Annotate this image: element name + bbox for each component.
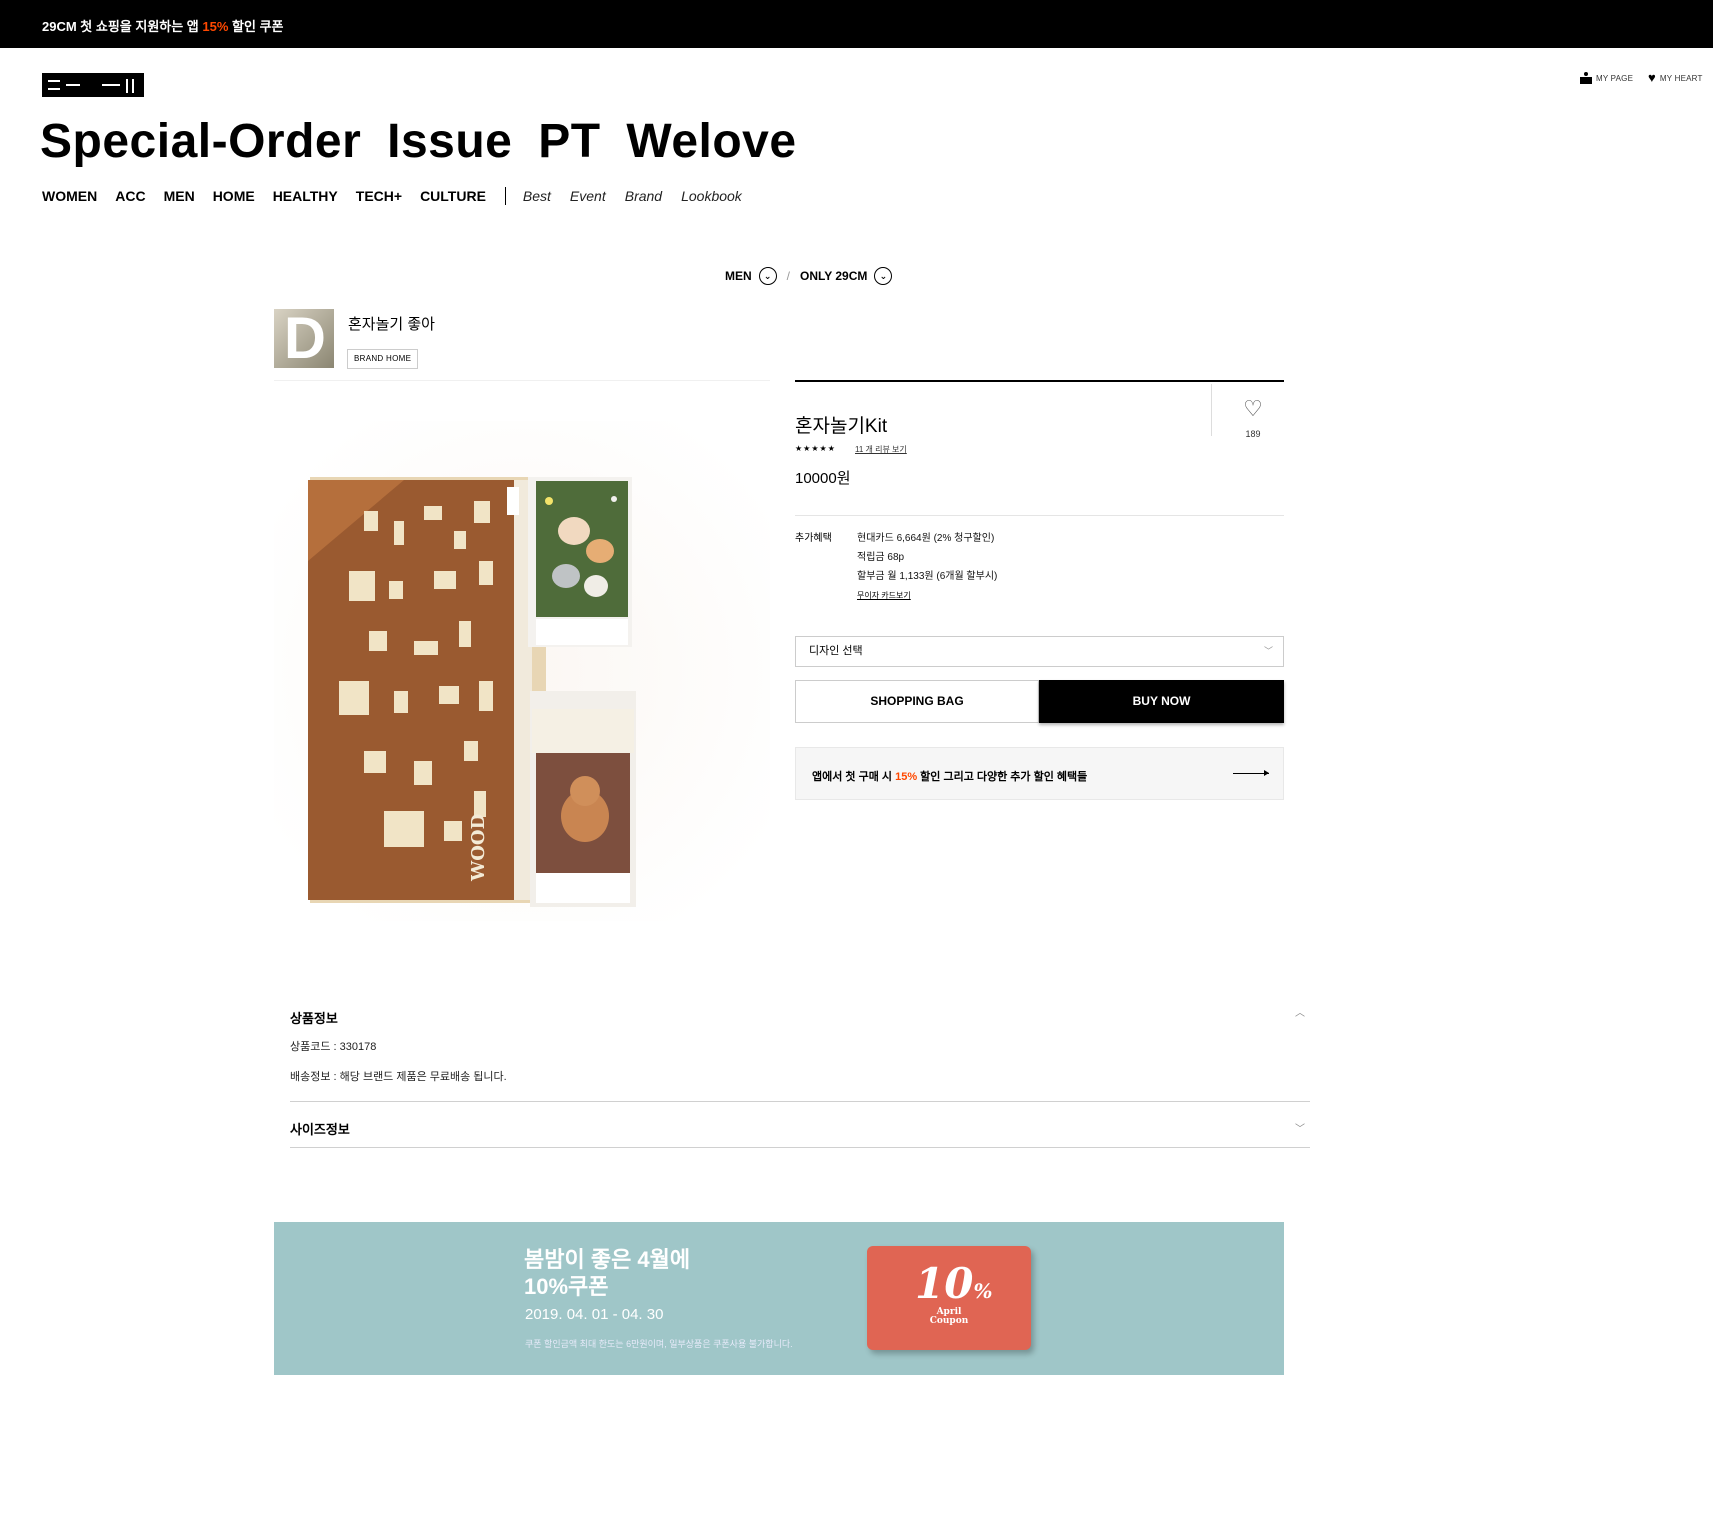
design-select-value: 디자인 선택 bbox=[809, 645, 863, 657]
coupon-card-number: 10 bbox=[915, 1259, 974, 1308]
product-info-accordion-title[interactable]: 상품정보 bbox=[290, 1008, 338, 1027]
hero-title[interactable]: Special-Order Issue PT Welove bbox=[40, 114, 797, 169]
product-name: 혼자놀기Kit bbox=[795, 416, 888, 437]
promo-text-prefix: 29CM 첫 쇼핑을 지원하는 앱 bbox=[42, 19, 203, 34]
benefit-list: 현대카드 6,664원 (2% 청구할인) 적립금 68p 할부금 월 1,13… bbox=[857, 529, 997, 586]
nav-divider bbox=[504, 187, 506, 205]
product-photo-illustration: WOOD bbox=[274, 421, 770, 921]
heart-outline-icon: ♡ bbox=[1243, 396, 1263, 421]
breadcrumb-category[interactable]: MEN bbox=[725, 269, 752, 283]
benefit-installment: 할부금 월 1,133원 (6개월 할부시) bbox=[857, 571, 998, 582]
box-side-text: WOOD bbox=[468, 814, 489, 882]
nav-men[interactable]: MEN bbox=[164, 188, 195, 204]
coupon-card-caption-line2: Coupon bbox=[929, 1316, 969, 1326]
accordion-divider bbox=[290, 1101, 1310, 1102]
benefit-points: 적립금 68p bbox=[857, 552, 905, 563]
product-image: WOOD bbox=[274, 380, 770, 935]
app-discount-banner[interactable]: 앱에서 첫 구매 시 15% 할인 그리고 다양한 추가 할인 혜택들 bbox=[795, 747, 1284, 800]
nav-event[interactable]: Event bbox=[570, 188, 606, 204]
chevron-down-icon[interactable]: ﹀ bbox=[1295, 1120, 1305, 1135]
nav-brand[interactable]: Brand bbox=[625, 188, 662, 204]
nav-tech[interactable]: TECH+ bbox=[356, 188, 402, 204]
breadcrumb: MEN ⌄ / ONLY 29CM ⌄ bbox=[725, 267, 893, 285]
brand-logo-thumbnail[interactable]: D bbox=[274, 309, 334, 368]
nav-best[interactable]: Best bbox=[523, 188, 551, 204]
nav-women[interactable]: WOMEN bbox=[42, 188, 97, 204]
nav-culture[interactable]: CULTURE bbox=[420, 188, 486, 204]
chevron-down-icon[interactable]: ⌄ bbox=[874, 267, 893, 285]
benefit-card-discount: 현대카드 6,664원 (2% 청구할인) bbox=[857, 533, 995, 544]
coupon-headline: 봄밤이 좋은 4월에 10%쿠폰 bbox=[524, 1246, 690, 1300]
coupon-date-range: 2019. 04. 01 - 04. 30 bbox=[525, 1306, 664, 1323]
product-code: 상품코드 : 330178 bbox=[290, 1041, 377, 1053]
nav-healthy[interactable]: HEALTHY bbox=[273, 188, 338, 204]
chevron-down-icon: ﹀ bbox=[1263, 646, 1273, 656]
person-icon bbox=[1580, 72, 1592, 84]
my-heart-label: MY HEART bbox=[1659, 73, 1703, 83]
nav-lookbook[interactable]: Lookbook bbox=[681, 188, 742, 204]
benefit-label: 추가혜택 bbox=[795, 533, 832, 544]
info-divider bbox=[795, 515, 1284, 516]
coupon-headline-line1: 봄밤이 좋은 4월에 bbox=[524, 1247, 691, 1272]
coupon-note: 쿠폰 할인금액 최대 한도는 6만원이며, 일부상품은 쿠폰사용 불가합니다. bbox=[525, 1339, 793, 1349]
chevron-up-icon[interactable]: ︿ bbox=[1295, 1004, 1305, 1019]
wool-felt-kit-bag bbox=[530, 691, 636, 907]
app-banner-prefix: 앱에서 첫 구매 시 bbox=[812, 771, 896, 783]
main-nav: WOMEN ACC MEN HOME HEALTHY TECH+ CULTURE… bbox=[42, 187, 761, 205]
arrow-right-icon bbox=[1233, 770, 1269, 776]
buy-now-button[interactable]: BUY NOW bbox=[1039, 680, 1284, 723]
like-divider bbox=[1211, 384, 1212, 436]
breadcrumb-separator: / bbox=[786, 269, 791, 283]
promo-text-suffix: 할인 쿠폰 bbox=[228, 19, 284, 34]
app-coupon-promo-link[interactable]: 29CM 첫 쇼핑을 지원하는 앱 15% 할인 쿠폰 bbox=[42, 16, 284, 35]
top-promo-bar: 29CM 첫 쇼핑을 지원하는 앱 15% 할인 쿠폰 bbox=[0, 0, 1713, 48]
accordion-divider bbox=[290, 1147, 1310, 1148]
coupon-card-caption: April Coupon bbox=[867, 1308, 1031, 1326]
size-info-accordion-title[interactable]: 사이즈정보 bbox=[290, 1119, 350, 1138]
product-info-top-rule bbox=[795, 380, 1284, 382]
nav-home[interactable]: HOME bbox=[213, 188, 255, 204]
product-price: 10000원 bbox=[795, 470, 851, 487]
shopping-bag-button[interactable]: SHOPPING BAG bbox=[795, 680, 1039, 723]
my-page-link[interactable]: MY PAGE bbox=[1580, 72, 1633, 84]
coupon-headline-line2: 10%쿠폰 bbox=[524, 1274, 609, 1299]
like-count: 189 bbox=[1245, 429, 1261, 439]
chevron-down-icon[interactable]: ⌄ bbox=[758, 267, 777, 285]
like-button[interactable]: ♡ 189 bbox=[1235, 396, 1271, 440]
shipping-info: 배송정보 : 해당 브랜드 제품은 무료배송 됩니다. bbox=[290, 1071, 507, 1083]
rating-stars: ★★★★★ bbox=[795, 444, 836, 453]
coupon-card-value: 10% bbox=[915, 1262, 992, 1313]
design-select[interactable]: 디자인 선택 ﹀ bbox=[795, 636, 1284, 667]
my-heart-link[interactable]: ♥ MY HEART bbox=[1648, 70, 1703, 85]
brand-name[interactable]: 혼자놀기 좋아 bbox=[348, 313, 435, 334]
promo-text-accent: 15% bbox=[202, 19, 229, 34]
coupon-card: 10% April Coupon bbox=[867, 1246, 1031, 1350]
app-banner-suffix: 할인 그리고 다양한 추가 할인 혜택들 bbox=[917, 771, 1088, 783]
nav-acc[interactable]: ACC bbox=[115, 188, 145, 204]
april-coupon-banner[interactable]: 봄밤이 좋은 4월에 10%쿠폰 2019. 04. 01 - 04. 30 쿠… bbox=[274, 1222, 1284, 1375]
breadcrumb-subcategory[interactable]: ONLY 29CM bbox=[800, 269, 867, 283]
my-page-label: MY PAGE bbox=[1596, 73, 1634, 83]
interest-free-card-link[interactable]: 무이자 카드보기 bbox=[857, 590, 911, 601]
heart-icon: ♥ bbox=[1648, 70, 1656, 85]
review-link[interactable]: 11 개 리뷰 보기 bbox=[855, 444, 907, 455]
29cm-logo-icon[interactable] bbox=[42, 73, 144, 97]
brand-home-button[interactable]: BRAND HOME bbox=[347, 349, 419, 369]
cats-puzzle-box bbox=[528, 477, 632, 647]
app-banner-accent: 15% bbox=[895, 771, 918, 783]
coupon-card-percent: % bbox=[973, 1279, 993, 1303]
brand-logo-letter: D bbox=[284, 309, 326, 368]
